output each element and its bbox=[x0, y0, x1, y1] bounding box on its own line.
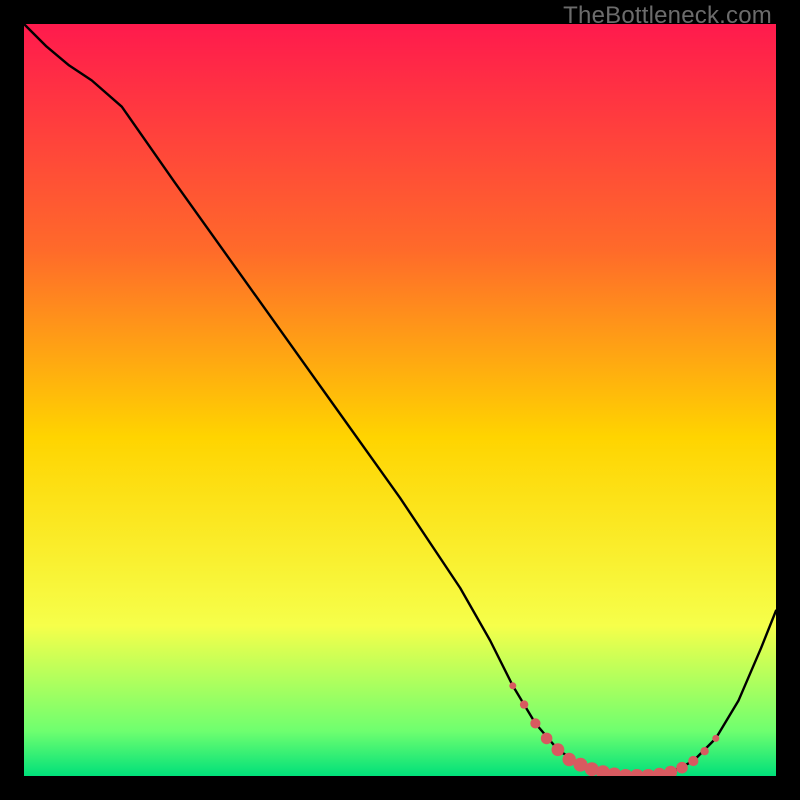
curve-marker bbox=[700, 747, 708, 755]
curve-marker bbox=[541, 733, 553, 745]
curve-marker bbox=[530, 718, 540, 728]
curve-marker bbox=[712, 735, 719, 742]
curve-marker bbox=[520, 700, 528, 708]
curve-marker bbox=[552, 743, 565, 756]
curve-marker bbox=[688, 756, 698, 766]
curve-marker bbox=[676, 762, 688, 774]
chart-frame bbox=[24, 24, 776, 776]
gradient-background bbox=[24, 24, 776, 776]
curve-marker bbox=[509, 682, 516, 689]
bottleneck-curve-chart bbox=[24, 24, 776, 776]
